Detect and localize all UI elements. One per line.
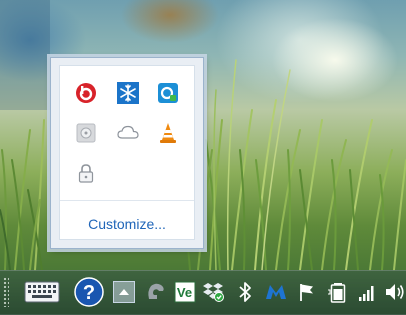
dropbox-icon[interactable]	[201, 279, 227, 305]
app-status-icon[interactable]	[156, 81, 180, 105]
beats-audio-icon[interactable]	[74, 81, 98, 105]
lock-icon[interactable]	[74, 161, 98, 185]
disc-drive-icon[interactable]	[74, 121, 98, 145]
flyout-content: Customize...	[59, 65, 195, 240]
notification-overflow-flyout: Customize...	[50, 57, 204, 249]
flyout-divider	[60, 200, 194, 201]
svg-text:?: ?	[83, 282, 95, 304]
snowflake-icon[interactable]	[116, 81, 140, 105]
network-signal-icon[interactable]	[354, 279, 380, 305]
vlc-cone-icon[interactable]	[156, 121, 180, 145]
taskbar: ? Ve	[0, 270, 406, 315]
action-center-flag-icon[interactable]	[294, 279, 320, 305]
show-hidden-icons-chevron[interactable]	[113, 281, 135, 303]
taskbar-grip[interactable]	[3, 277, 9, 307]
ve-app-icon[interactable]: Ve	[172, 279, 198, 305]
help-icon[interactable]: ?	[74, 277, 104, 307]
touch-keyboard-icon[interactable]	[22, 279, 62, 305]
battery-icon[interactable]	[325, 279, 351, 305]
cloud-icon[interactable]	[116, 121, 140, 145]
gray-app-icon[interactable]	[143, 279, 169, 305]
svg-text:Ve: Ve	[177, 285, 192, 300]
volume-icon[interactable]	[382, 279, 406, 305]
customize-link[interactable]: Customize...	[60, 216, 194, 232]
blue-app-icon[interactable]	[263, 279, 289, 305]
bluetooth-icon[interactable]	[232, 279, 258, 305]
